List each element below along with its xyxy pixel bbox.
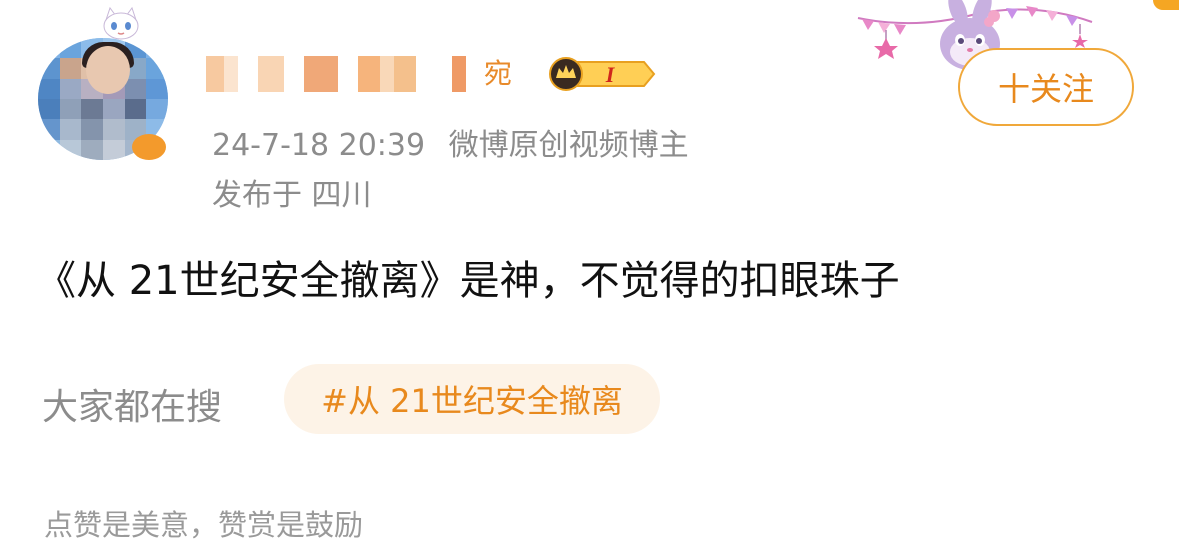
post-meta: 24-7-18 20:39 微博原创视频博主	[212, 120, 689, 164]
post-body-text: 《从 21世纪安全撤离》是神，不觉得的扣眼珠子	[36, 258, 900, 304]
orange-corner-accent	[1153, 0, 1179, 10]
username-tail: 宛	[484, 57, 513, 90]
hashtag-text: #从 21世纪安全撤离	[321, 382, 623, 420]
avatar-badge-dot	[132, 134, 166, 160]
cat-icon	[103, 6, 139, 40]
avatar-face	[86, 46, 130, 94]
hashtag-chip[interactable]: #从 21世纪安全撤离	[284, 364, 660, 434]
post-timestamp: 24-7-18 20:39	[212, 128, 426, 163]
post-location: 发布于 四川	[212, 178, 372, 213]
follow-label: 十关注	[997, 70, 1094, 108]
vip-level-text: I	[605, 62, 616, 87]
trending-search-label: 大家都在搜	[42, 387, 223, 428]
follow-button[interactable]: 十关注	[958, 48, 1134, 126]
vip-level-badge: I	[549, 57, 656, 91]
reward-prompt-text: 点赞是美意，赞赏是鼓励	[44, 508, 364, 542]
author-role: 微博原创视频博主	[448, 128, 689, 163]
username[interactable]: 宛	[206, 54, 512, 94]
